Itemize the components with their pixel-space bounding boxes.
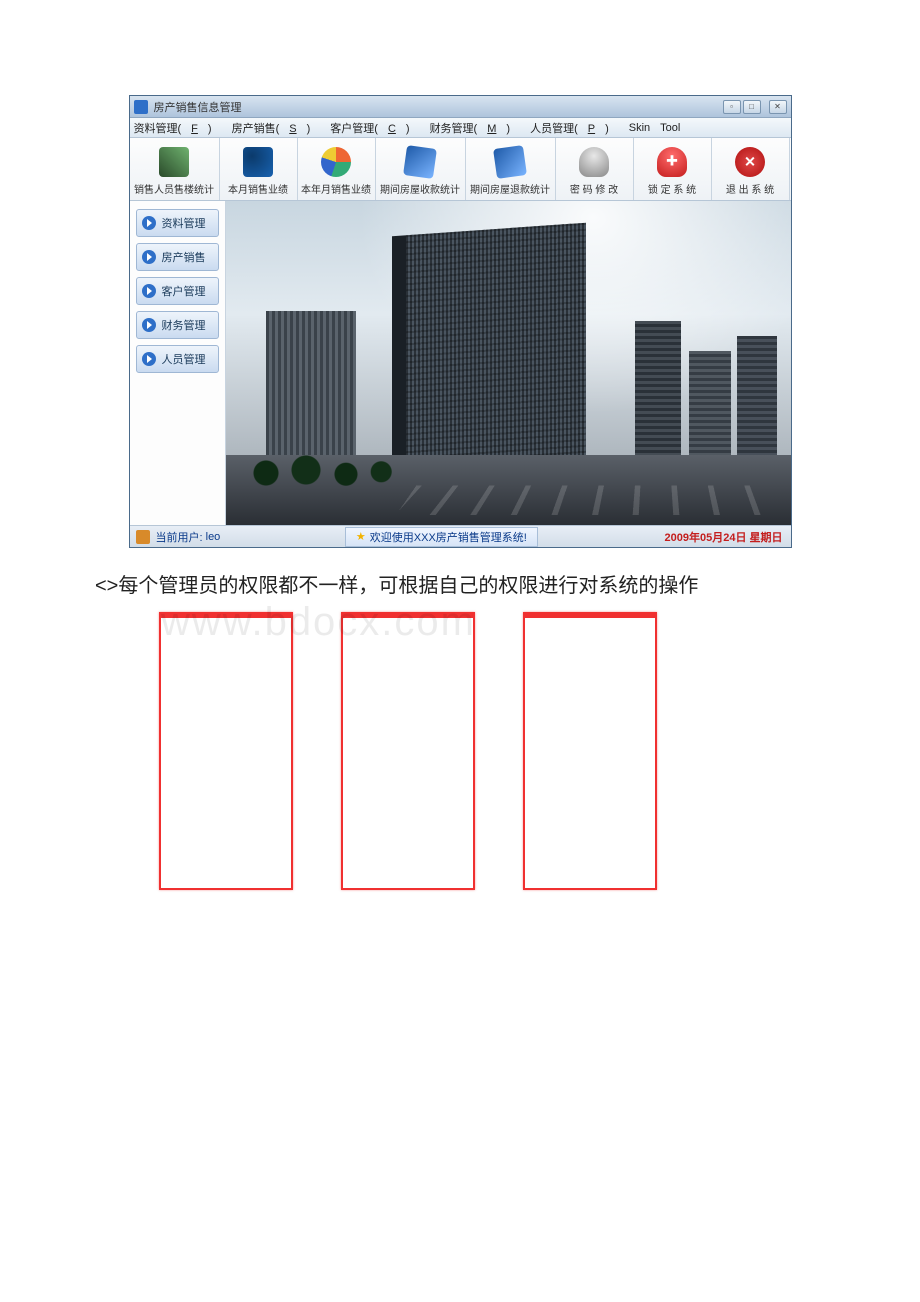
sidebar: 资料管理 房产销售 客户管理 财务管理 人员管理 (130, 201, 226, 525)
sidebar-item-customer[interactable]: 客户管理 (136, 277, 219, 305)
close-button[interactable]: ✕ (769, 100, 787, 114)
body-paragraph: <>每个管理员的权限都不一样，可根据自己的权限进行对系统的操作 www.bdoc… (95, 570, 825, 602)
tool-period-income[interactable]: 期间房屋收款统计 (376, 138, 466, 200)
workspace: 资料管理 房产销售 客户管理 财务管理 人员管理 (130, 201, 791, 525)
sidebar-item-data[interactable]: 资料管理 (136, 209, 219, 237)
sidebar-item-finance[interactable]: 财务管理 (136, 311, 219, 339)
main-background-image (226, 201, 791, 525)
cube-down-icon (403, 145, 437, 179)
tool-yearly-sales[interactable]: 本年月销售业绩 (298, 138, 376, 200)
sidebar-item-staff[interactable]: 人员管理 (136, 345, 219, 373)
play-icon (142, 250, 156, 264)
cube-up-icon (493, 145, 527, 179)
menu-data[interactable]: 资料管理(F) (134, 120, 222, 136)
tool-period-refund[interactable]: 期间房屋退款统计 (466, 138, 556, 200)
current-user: leo (206, 531, 221, 543)
menu-finance[interactable]: 财务管理(M) (430, 120, 521, 136)
titlebar: 房产销售信息管理 ▫ □ ✕ (130, 96, 791, 118)
keys-icon (579, 147, 609, 177)
menu-skin[interactable]: Skin (629, 122, 650, 134)
tool-exit-system[interactable]: 退 出 系 统 (712, 138, 790, 200)
status-date: 2009年05月24日 星期日 (657, 529, 791, 545)
red-box (523, 612, 657, 890)
status-user: 当前用户: leo (130, 529, 227, 545)
toolbar: 销售人员售楼统计 本月销售业绩 本年月销售业绩 期间房屋收款统计 期间房屋退款统… (130, 138, 791, 201)
window-title: 房产销售信息管理 (154, 99, 242, 115)
status-welcome: ★ 欢迎使用XXX房产销售管理系统! (345, 527, 538, 547)
play-icon (142, 216, 156, 230)
shield-icon (657, 147, 687, 177)
menubar: 资料管理(F) 房产销售(S) 客户管理(C) 财务管理(M) 人员管理(P) … (130, 118, 791, 138)
pie-chart-icon (321, 147, 351, 177)
play-icon (142, 318, 156, 332)
tool-monthly-sales[interactable]: 本月销售业绩 (220, 138, 298, 200)
statusbar: 当前用户: leo ★ 欢迎使用XXX房产销售管理系统! 2009年05月24日… (130, 525, 791, 547)
red-box (159, 612, 293, 890)
tool-lock-system[interactable]: 锁 定 系 统 (634, 138, 712, 200)
red-box (341, 612, 475, 890)
maximize-button[interactable]: □ (743, 100, 761, 114)
sidebar-item-sales[interactable]: 房产销售 (136, 243, 219, 271)
menu-sales[interactable]: 房产销售(S) (232, 120, 321, 136)
minimize-button[interactable]: ▫ (723, 100, 741, 114)
app-icon (134, 100, 148, 114)
user-icon (136, 530, 150, 544)
play-icon (142, 284, 156, 298)
exit-icon (735, 147, 765, 177)
play-icon (142, 352, 156, 366)
pie-icon (243, 147, 273, 177)
chart-icon (159, 147, 189, 177)
menu-customer[interactable]: 客户管理(C) (330, 120, 419, 136)
menu-staff[interactable]: 人员管理(P) (530, 120, 619, 136)
menu-tool[interactable]: Tool (660, 122, 680, 134)
star-icon: ★ (356, 530, 366, 543)
tool-change-password[interactable]: 密 码 修 改 (556, 138, 634, 200)
tool-sales-staff-stats[interactable]: 销售人员售楼统计 (130, 138, 220, 200)
app-window: 房产销售信息管理 ▫ □ ✕ 资料管理(F) 房产销售(S) 客户管理(C) 财… (129, 95, 792, 548)
red-box-row (159, 612, 825, 890)
